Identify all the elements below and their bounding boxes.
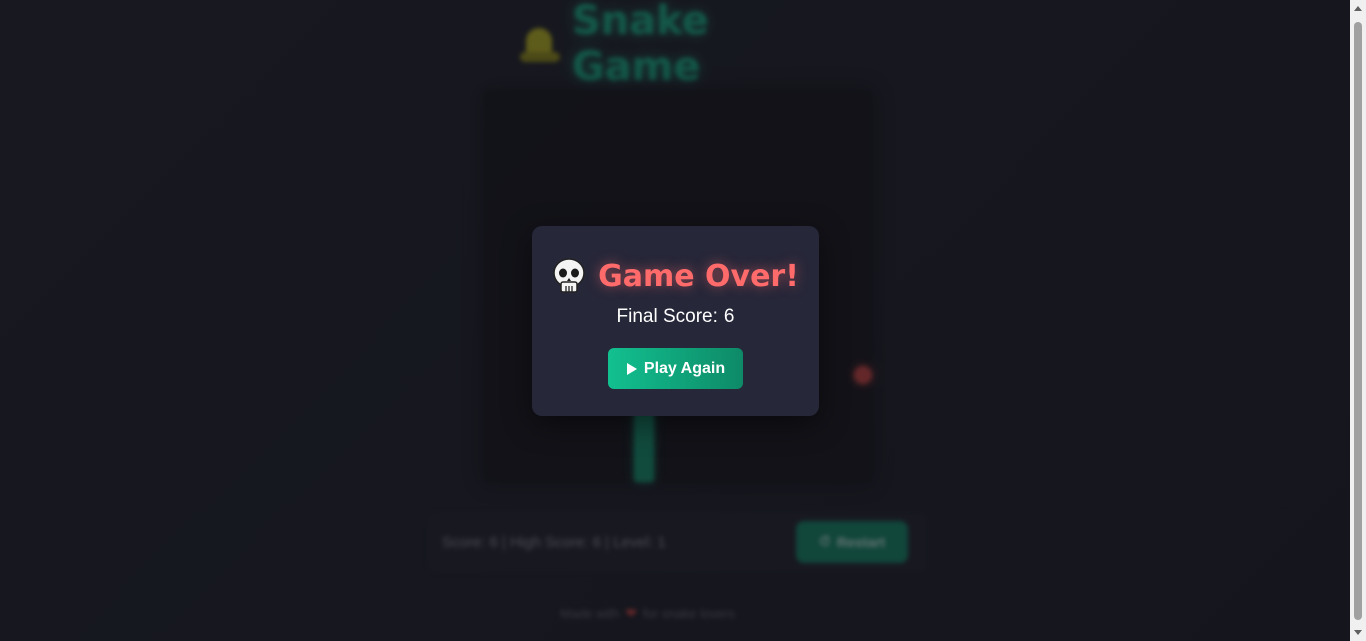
scrollbar-thumb[interactable] [1354, 22, 1362, 620]
final-score: Final Score: 6 [617, 306, 735, 328]
final-score-label: Final Score: [616, 306, 718, 327]
game-over-heading: Game Over! [552, 256, 799, 296]
final-score-value: 6 [723, 306, 735, 327]
scroll-down-arrow-icon[interactable] [1350, 625, 1366, 641]
play-again-label: Play Again [643, 359, 726, 377]
play-icon [626, 362, 638, 376]
scroll-up-arrow-icon[interactable] [1350, 0, 1366, 16]
play-again-button[interactable]: Play Again [608, 348, 743, 389]
game-over-title: Game Over! [598, 258, 799, 294]
vertical-scrollbar[interactable] [1350, 0, 1366, 641]
game-over-dialog: Game Over! Final Score: 6 Play Again [532, 226, 819, 416]
skull-icon [552, 258, 586, 294]
